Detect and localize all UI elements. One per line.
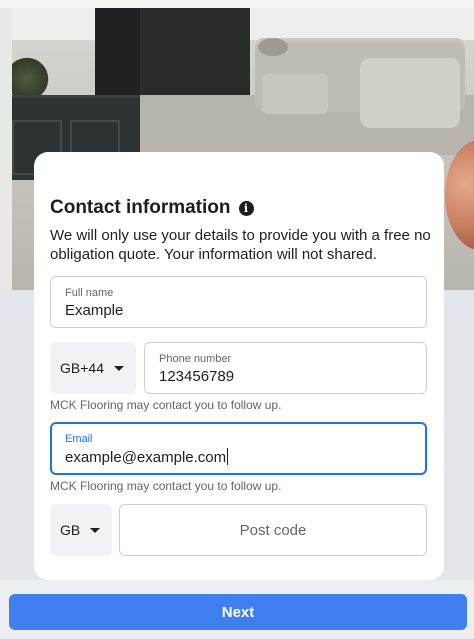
full-name-field[interactable]: Full name Example [50,276,427,328]
postcode-placeholder: Post code [239,522,307,539]
postcode-country-select[interactable]: GB [50,504,112,556]
email-value: example@example.com [65,449,227,466]
email-field[interactable]: Email example@example.com [50,422,427,475]
next-button[interactable]: Next [9,594,467,630]
email-value-wrap[interactable]: example@example.com [65,448,229,466]
phone-number-value[interactable]: 123456789 [159,368,234,385]
email-helper-text: MCK Flooring may contact you to follow u… [50,479,282,493]
email-label: Email [65,433,93,445]
phone-country-select[interactable]: GB+44 [50,342,136,394]
phone-number-label: Phone number [159,353,232,365]
chevron-down-icon [90,527,101,533]
phone-number-field[interactable]: Phone number 123456789 [144,342,427,394]
phone-country-code: GB+44 [60,360,104,376]
form-header: Contact information i [50,197,254,219]
full-name-label: Full name [65,287,114,299]
postcode-field[interactable]: Post code [119,504,427,556]
contact-form-card: Contact information i We will only use y… [34,152,444,580]
info-icon[interactable]: i [238,200,254,216]
phone-helper-text: MCK Flooring may contact you to follow u… [50,398,282,412]
postcode-country-code: GB [60,522,81,538]
text-cursor [227,448,229,465]
form-title: Contact information [50,197,231,218]
form-description: We will only use your details to provide… [50,227,431,263]
full-name-value[interactable]: Example [65,302,123,319]
chevron-down-icon [113,365,124,371]
